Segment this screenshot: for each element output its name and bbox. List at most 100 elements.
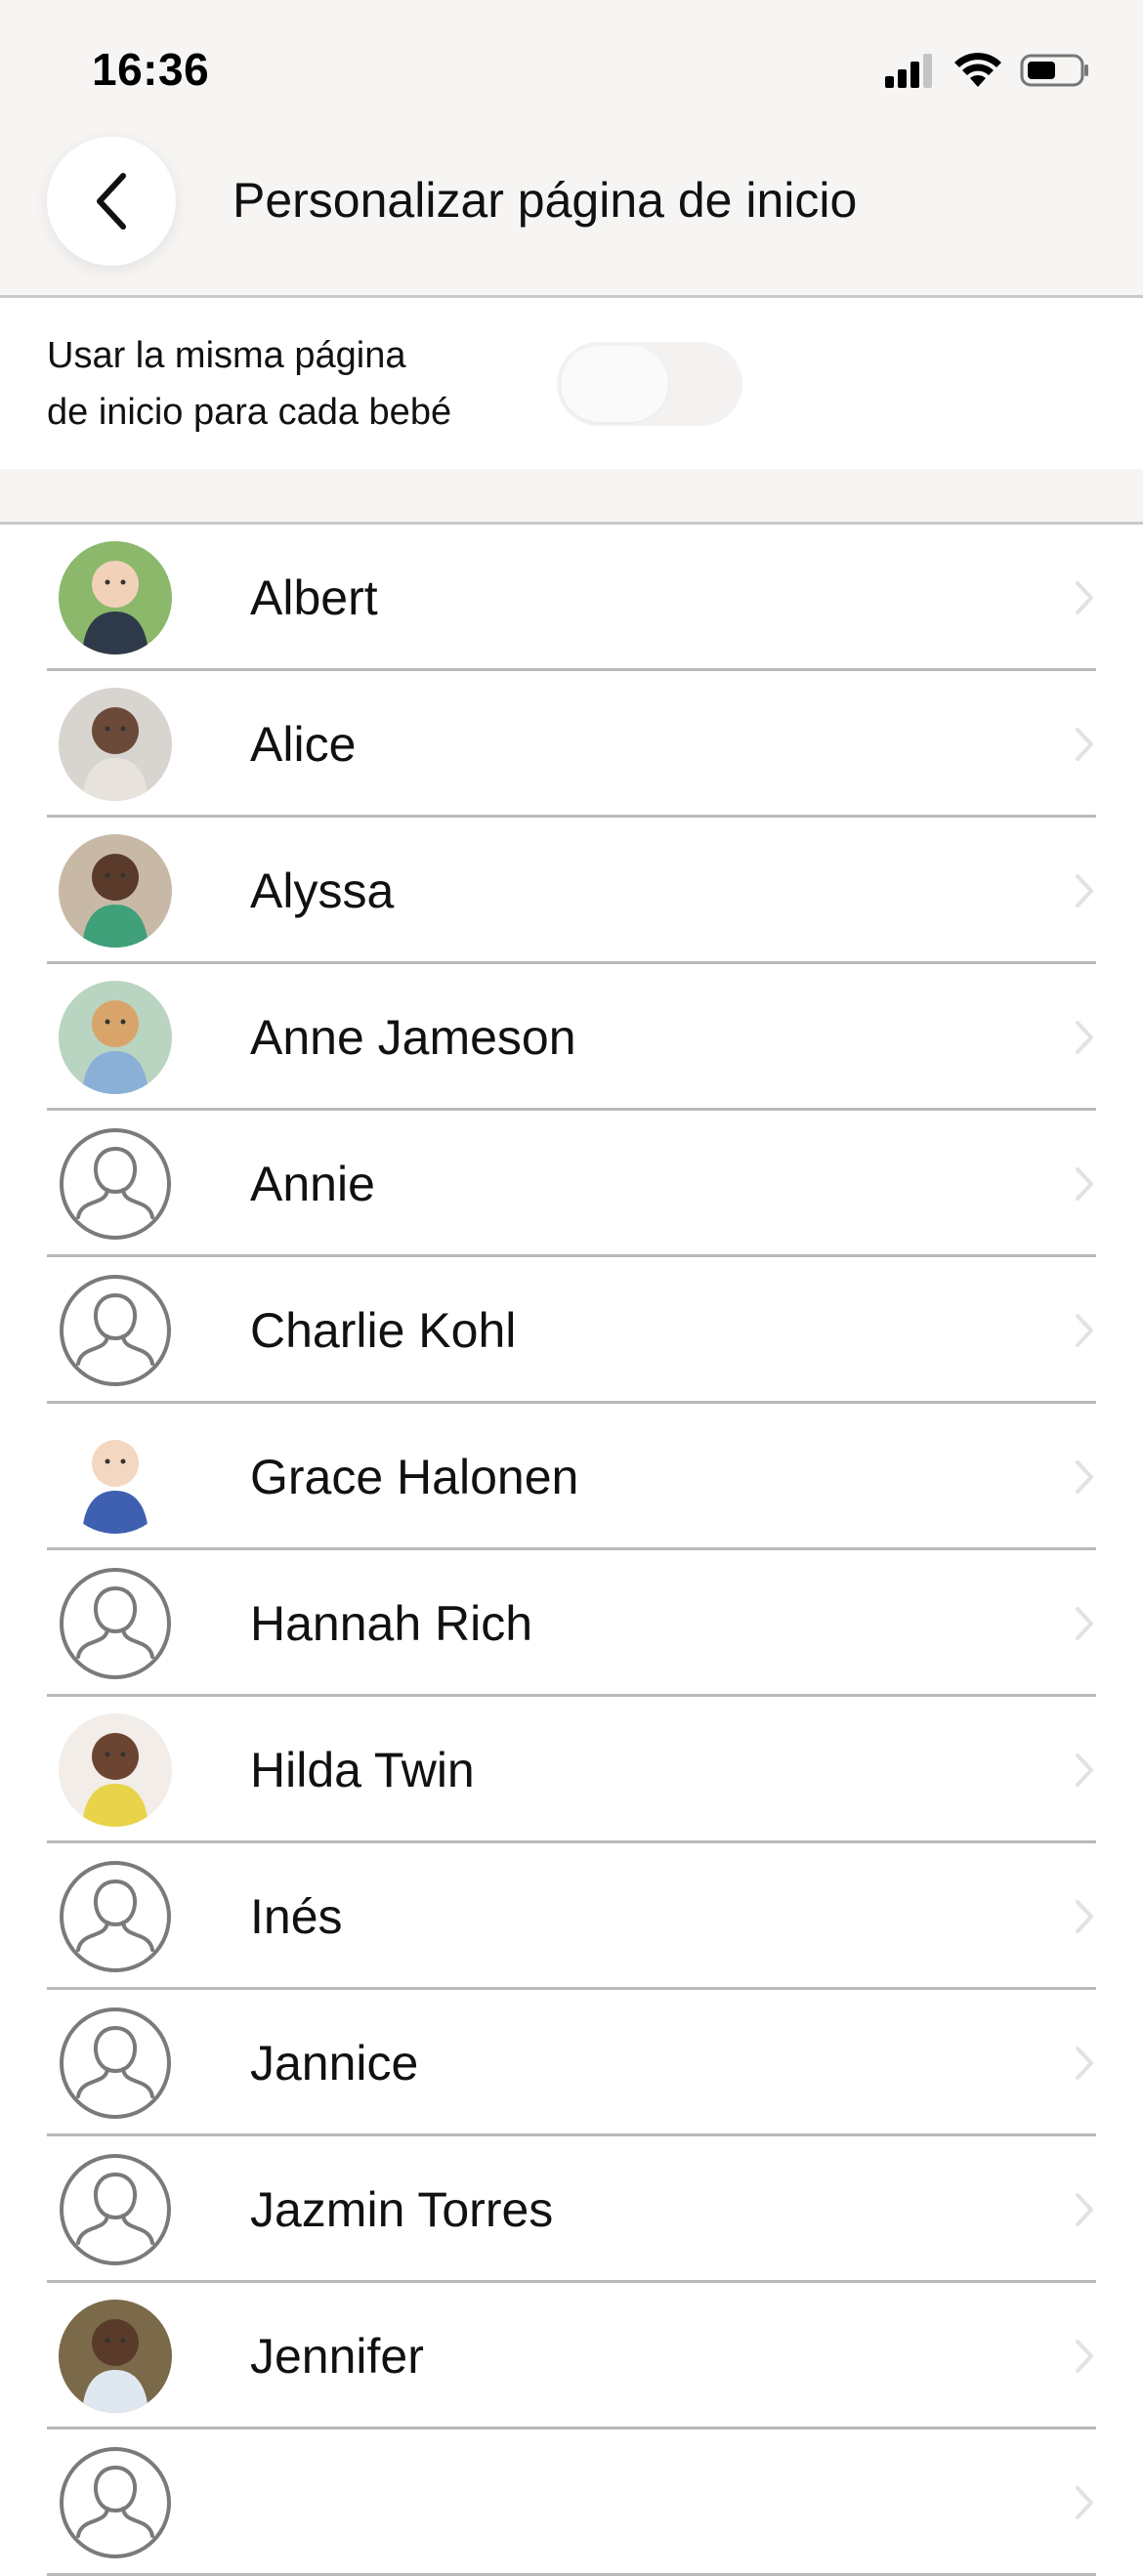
baby-name: Jazmin Torres [250, 2182, 554, 2237]
baby-photo-icon [59, 1420, 172, 1534]
baby-list-item[interactable]: Inés [47, 1843, 1096, 1990]
chevron-right-icon [1076, 2193, 1093, 2226]
baby-photo-icon [59, 688, 172, 801]
default-avatar-icon [60, 1568, 171, 1679]
baby-name: Charlie Kohl [250, 1303, 517, 1358]
baby-name: Annie [250, 1157, 375, 1211]
same-homepage-label: Usar la misma página de inicio para cada… [47, 327, 535, 441]
default-avatar-icon [60, 1275, 171, 1386]
baby-list-item[interactable]: Jazmin Torres [47, 2136, 1096, 2283]
avatar [59, 1274, 172, 1387]
cellular-signal-icon [885, 54, 932, 88]
avatar [59, 1567, 172, 1680]
avatar [59, 1127, 172, 1241]
chevron-right-icon [1076, 728, 1093, 761]
same-homepage-toggle[interactable] [557, 342, 742, 426]
baby-name: Hannah Rich [250, 1596, 533, 1651]
row-chevron [1073, 2044, 1096, 2088]
baby-list-item[interactable]: Anne Jameson [47, 964, 1096, 1111]
avatar [59, 2446, 172, 2559]
battery-icon [1020, 54, 1088, 87]
baby-list-item[interactable] [47, 2429, 1096, 2576]
row-chevron [1073, 1311, 1096, 1355]
avatar [59, 2006, 172, 2120]
wifi-icon [954, 53, 1001, 87]
default-avatar-icon [60, 1128, 171, 1240]
baby-list-item[interactable]: Jannice [47, 1990, 1096, 2136]
baby-photo-icon [59, 2300, 172, 2413]
row-chevron [1073, 1604, 1096, 1648]
avatar [59, 1713, 172, 1827]
back-button[interactable] [47, 137, 176, 266]
toggle-knob [561, 346, 668, 422]
page-title: Personalizar página de inicio [233, 173, 858, 228]
avatar [59, 2153, 172, 2266]
baby-list-item[interactable]: Charlie Kohl [47, 1257, 1096, 1404]
baby-name: Albert [250, 570, 378, 625]
chevron-right-icon [1076, 2486, 1093, 2519]
baby-name: Alice [250, 717, 357, 772]
baby-name: Hilda Twin [250, 1743, 475, 1797]
status-bar: 16:36 [0, 0, 1143, 137]
chevron-right-icon [1076, 1753, 1093, 1787]
chevron-right-icon [1076, 2340, 1093, 2373]
row-chevron [1073, 1164, 1096, 1208]
baby-list-item[interactable]: Albert [47, 525, 1096, 671]
baby-list-item[interactable]: Jennifer [47, 2283, 1096, 2429]
chevron-right-icon [1076, 1314, 1093, 1347]
same-homepage-label-line1: Usar la misma página [47, 335, 406, 376]
row-chevron [1073, 2483, 1096, 2527]
default-avatar-icon [60, 2007, 171, 2119]
baby-photo-icon [59, 1713, 172, 1827]
default-avatar-icon [60, 2154, 171, 2265]
baby-list: Albert Alice Alyssa Anne Jameson Annie C… [0, 525, 1143, 2576]
row-chevron [1073, 2337, 1096, 2381]
row-chevron [1073, 725, 1096, 769]
baby-name: Jennifer [250, 2329, 424, 2384]
header: Personalizar página de inicio [0, 137, 1143, 298]
status-time: 16:36 [92, 44, 210, 95]
default-avatar-icon [60, 2447, 171, 2558]
baby-list-item[interactable]: Annie [47, 1111, 1096, 1257]
baby-name: Jannice [250, 2036, 419, 2090]
same-homepage-setting: Usar la misma página de inicio para cada… [0, 298, 1143, 472]
baby-list-item[interactable]: Hilda Twin [47, 1697, 1096, 1843]
row-chevron [1073, 871, 1096, 915]
avatar [59, 1420, 172, 1534]
baby-list-item[interactable]: Hannah Rich [47, 1550, 1096, 1697]
baby-list-item[interactable]: Alice [47, 671, 1096, 818]
chevron-right-icon [1076, 2047, 1093, 2080]
chevron-right-icon [1076, 1021, 1093, 1054]
baby-name: Grace Halonen [250, 1450, 579, 1504]
row-chevron [1073, 1897, 1096, 1941]
chevron-right-icon [1076, 581, 1093, 614]
row-chevron [1073, 1457, 1096, 1501]
avatar [59, 541, 172, 655]
baby-name: Alyssa [250, 864, 395, 918]
chevron-right-icon [1076, 1167, 1093, 1201]
baby-photo-icon [59, 834, 172, 948]
default-avatar-icon [60, 1861, 171, 1972]
baby-list-item[interactable]: Grace Halonen [47, 1404, 1096, 1550]
chevron-right-icon [1076, 1607, 1093, 1640]
status-icons [883, 51, 1090, 90]
chevron-left-icon [97, 173, 126, 230]
avatar [59, 688, 172, 801]
avatar [59, 981, 172, 1094]
baby-name: Inés [250, 1889, 343, 1944]
avatar [59, 1860, 172, 1973]
baby-list-item[interactable]: Alyssa [47, 818, 1096, 964]
row-chevron [1073, 578, 1096, 622]
section-spacer [0, 469, 1143, 525]
chevron-right-icon [1076, 1900, 1093, 1933]
same-homepage-label-line2: de inicio para cada bebé [47, 392, 452, 433]
chevron-right-icon [1076, 1460, 1093, 1494]
baby-photo-icon [59, 981, 172, 1094]
chevron-right-icon [1076, 874, 1093, 908]
baby-name: Anne Jameson [250, 1010, 576, 1065]
avatar [59, 2300, 172, 2413]
avatar [59, 834, 172, 948]
row-chevron [1073, 1018, 1096, 1062]
row-chevron [1073, 2190, 1096, 2234]
baby-photo-icon [59, 541, 172, 655]
